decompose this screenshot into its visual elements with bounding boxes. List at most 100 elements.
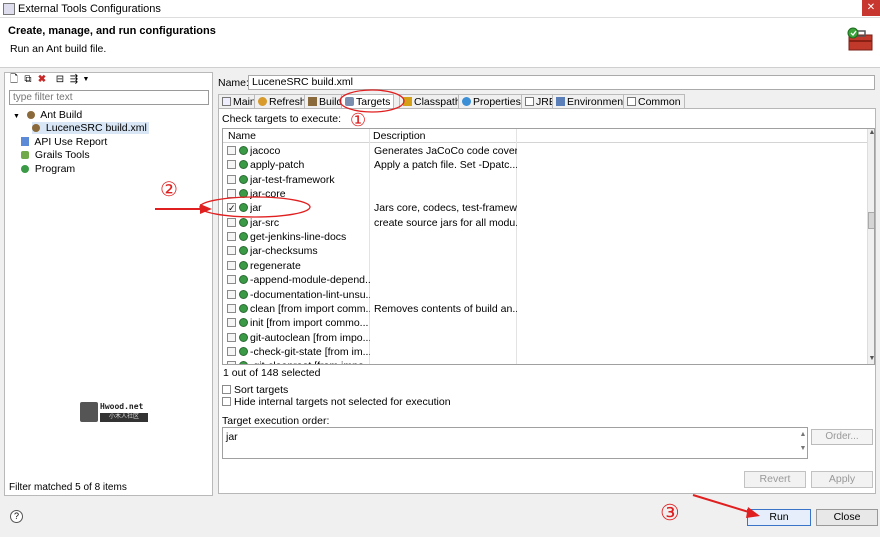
- target-checkbox[interactable]: [227, 246, 236, 256]
- target-icon: [239, 232, 248, 242]
- table-row[interactable]: -documentation-lint-unsu...: [223, 288, 867, 302]
- scroll-up-icon[interactable]: ▲: [868, 129, 874, 137]
- build-icon: [308, 97, 317, 106]
- targets-icon: [345, 97, 354, 106]
- tab-environment[interactable]: Environment: [552, 94, 630, 108]
- tab-common[interactable]: Common: [623, 94, 685, 108]
- table-row[interactable]: jacoco Generates JaCoCo code cover...: [223, 144, 867, 158]
- table-scrollbar[interactable]: ▲ ▼: [867, 129, 874, 364]
- tree-expander-icon[interactable]: ▼: [13, 113, 20, 120]
- target-checkbox[interactable]: [227, 217, 236, 227]
- target-checkbox[interactable]: [227, 260, 236, 270]
- targets-table: Name Description jacoco Generates JaCoCo …: [222, 128, 875, 365]
- revert-button[interactable]: Revert: [744, 471, 806, 488]
- target-description: create source jars for all modu...: [374, 216, 517, 229]
- column-header-name[interactable]: Name: [228, 130, 256, 142]
- delete-config-icon[interactable]: ✖: [36, 74, 48, 86]
- sort-targets-checkbox[interactable]: Sort targets: [222, 384, 288, 396]
- target-description: Generates JaCoCo code cover...: [374, 145, 517, 157]
- target-checkbox[interactable]: [227, 289, 236, 299]
- apply-button[interactable]: Apply: [811, 471, 873, 488]
- close-button[interactable]: Close: [816, 509, 878, 526]
- table-row[interactable]: regenerate: [223, 259, 867, 273]
- name-field[interactable]: LuceneSRC build.xml: [248, 75, 875, 90]
- common-icon: [627, 97, 636, 106]
- tree-item-program[interactable]: Program: [21, 163, 75, 175]
- target-icon: [239, 146, 248, 155]
- table-row[interactable]: -git-cleanroot [from impo...: [223, 359, 867, 364]
- new-config-icon[interactable]: 🗋: [8, 74, 20, 86]
- target-checkbox[interactable]: [227, 332, 236, 342]
- checkbox-box[interactable]: [222, 385, 231, 394]
- window-close-button[interactable]: ✕: [862, 0, 880, 16]
- execution-order-value: jar: [226, 431, 238, 443]
- target-icon: [239, 346, 248, 356]
- tree-item-ant-build[interactable]: ▼ Ant Build: [13, 109, 82, 121]
- table-row[interactable]: jar-core: [223, 187, 867, 201]
- target-checkbox[interactable]: ✓: [227, 203, 236, 213]
- target-checkbox[interactable]: [227, 318, 236, 328]
- scroll-down-icon[interactable]: ▼: [868, 355, 874, 363]
- table-row[interactable]: jar-checksums: [223, 244, 867, 258]
- tree-item-label: API Use Report: [34, 136, 108, 148]
- tab-build[interactable]: Build: [304, 94, 347, 108]
- duplicate-config-icon[interactable]: ⧉: [22, 74, 34, 86]
- tab-properties[interactable]: Properties: [458, 94, 525, 108]
- checkbox-box[interactable]: [222, 397, 231, 406]
- tree-item-lucenesrc-build[interactable]: LuceneSRC build.xml: [32, 122, 149, 134]
- tree-item-label: Grails Tools: [34, 149, 90, 161]
- filter-input[interactable]: [9, 90, 209, 105]
- target-checkbox[interactable]: [227, 146, 236, 155]
- target-checkbox[interactable]: [227, 189, 236, 199]
- tab-targets[interactable]: Targets: [341, 94, 395, 108]
- tree-item-grails-tools[interactable]: Grails Tools: [21, 149, 90, 161]
- target-description: Jars core, codecs, test-framew...: [374, 202, 517, 215]
- tab-classpath[interactable]: Classpath: [399, 94, 465, 108]
- target-checkbox[interactable]: [227, 361, 236, 364]
- column-header-description[interactable]: Description: [373, 130, 426, 142]
- target-name: get-jenkins-line-docs: [250, 231, 347, 244]
- view-menu-chevron-down-icon[interactable]: ▼: [80, 74, 92, 86]
- dialog-title: Create, manage, and run configurations: [8, 25, 216, 37]
- target-checkbox[interactable]: [227, 174, 236, 184]
- target-icon: [239, 275, 248, 285]
- run-button[interactable]: Run: [747, 509, 811, 526]
- order-button[interactable]: Order...: [811, 429, 873, 445]
- target-checkbox[interactable]: [227, 160, 236, 170]
- table-row[interactable]: -append-module-depend...: [223, 273, 867, 287]
- order-scrollbar[interactable]: ▲ ▼: [799, 428, 807, 458]
- table-row[interactable]: git-autoclean [from impo...: [223, 331, 867, 345]
- table-row[interactable]: get-jenkins-line-docs: [223, 230, 867, 244]
- target-name: apply-patch: [250, 159, 305, 172]
- target-icon: [239, 160, 248, 170]
- target-checkbox[interactable]: [227, 346, 236, 356]
- collapse-all-icon[interactable]: ⊟: [54, 74, 66, 86]
- table-row[interactable]: -check-git-state [from im...: [223, 345, 867, 359]
- table-row[interactable]: init [from import commo...: [223, 316, 867, 330]
- classpath-icon: [403, 97, 412, 106]
- watermark: Hwood.net 小木人社区: [80, 402, 150, 424]
- targets-tab-pane: Check targets to execute: Name Descripti…: [218, 108, 876, 494]
- tree-item-label: Ant Build: [40, 109, 83, 121]
- table-row[interactable]: apply-patch Apply a patch file. Set -Dpat…: [223, 158, 867, 172]
- table-row[interactable]: clean [from import comm... Removes conten…: [223, 302, 867, 316]
- target-name: -git-cleanroot [from impo...: [250, 360, 370, 364]
- robot-logo-icon: [80, 402, 98, 422]
- target-checkbox[interactable]: [227, 232, 236, 242]
- target-name: jacoco: [250, 145, 281, 157]
- target-name: jar: [250, 202, 262, 215]
- table-row[interactable]: jar-src create source jars for all modu..…: [223, 216, 867, 230]
- hide-internal-checkbox[interactable]: Hide internal targets not selected for e…: [222, 396, 451, 408]
- target-name: git-autoclean [from impo...: [250, 331, 370, 344]
- target-checkbox[interactable]: [227, 275, 236, 285]
- table-row[interactable]: jar-test-framework: [223, 173, 867, 187]
- target-checkbox[interactable]: [227, 303, 236, 313]
- filter-config-icon[interactable]: ⇶: [68, 74, 80, 86]
- tab-refresh[interactable]: Refresh: [254, 94, 310, 108]
- help-icon[interactable]: ?: [10, 510, 23, 523]
- scroll-thumb[interactable]: [868, 212, 874, 229]
- tree-item-api-use-report[interactable]: API Use Report: [21, 136, 107, 148]
- execution-order-list[interactable]: jar ▲ ▼: [222, 427, 808, 459]
- table-row[interactable]: ✓ jar Jars core, codecs, test-framew...: [223, 201, 867, 215]
- target-name: regenerate: [250, 259, 301, 272]
